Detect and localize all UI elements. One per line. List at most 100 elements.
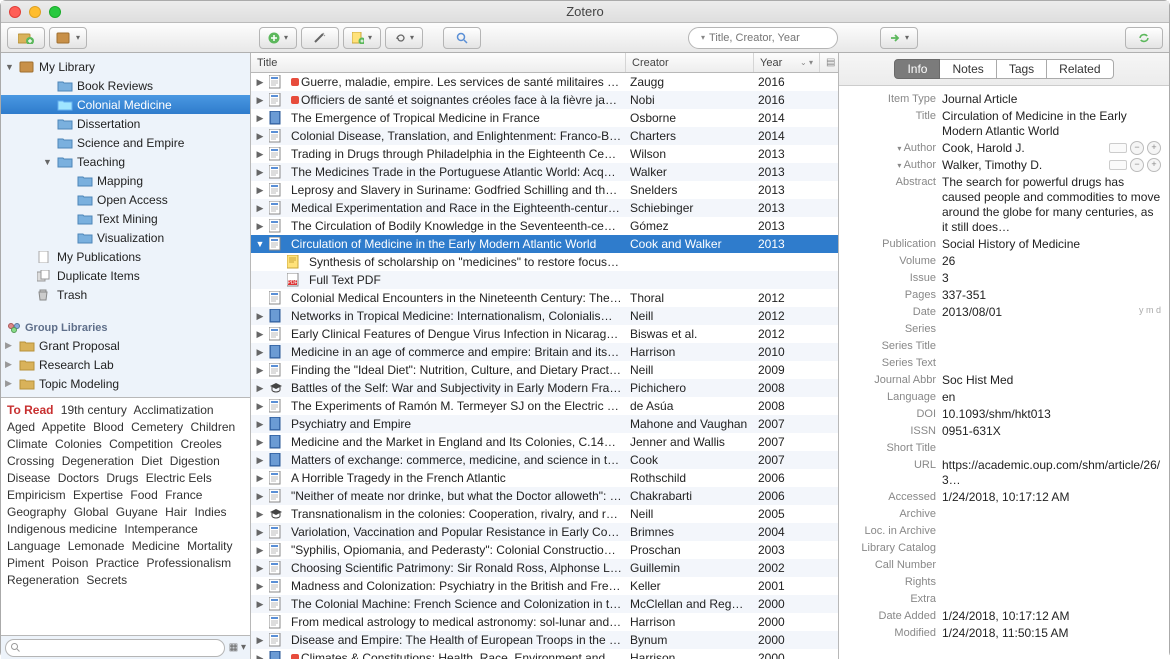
quick-search-input[interactable] <box>709 32 851 44</box>
disclosure-triangle[interactable]: ▶ <box>251 581 269 592</box>
item-row[interactable]: ▶Battles of the Self: War and Subjectivi… <box>251 379 838 397</box>
disclosure-triangle[interactable]: ▶ <box>251 455 269 466</box>
tag[interactable]: Electric Eels <box>146 471 212 485</box>
new-note-button[interactable]: ▾ <box>343 27 381 49</box>
tag[interactable]: 19th century <box>61 403 127 417</box>
column-picker[interactable]: ▤ <box>820 53 838 72</box>
tag[interactable]: Children <box>191 420 236 434</box>
disclosure-triangle[interactable]: ▶ <box>251 347 269 358</box>
collection-row[interactable]: Colonial Medicine <box>1 95 250 114</box>
trash-row[interactable]: Trash <box>1 285 250 304</box>
quick-search[interactable]: ▾ <box>688 27 838 49</box>
disclosure-triangle[interactable]: ▶ <box>251 365 269 376</box>
disclosure-triangle[interactable]: ▶ <box>251 221 269 232</box>
field-value[interactable]: 1/24/2018, 11:50:15 AM <box>942 626 1161 641</box>
my-publications-row[interactable]: My Publications <box>1 247 250 266</box>
field-value[interactable]: The search for powerful drugs has caused… <box>942 175 1161 235</box>
tag[interactable]: Mortality <box>187 539 232 553</box>
group-row[interactable]: ▶Research Lab <box>1 355 250 374</box>
tag[interactable]: Crossing <box>7 454 54 468</box>
disclosure-triangle[interactable]: ▶ <box>251 635 269 646</box>
tab-tags[interactable]: Tags <box>997 59 1047 79</box>
swap-names-button[interactable] <box>1109 160 1127 170</box>
disclosure-triangle[interactable]: ▶ <box>251 95 269 106</box>
item-row[interactable]: ▶Finding the "Ideal Diet": Nutrition, Cu… <box>251 361 838 379</box>
disclosure-triangle[interactable]: ▶ <box>251 473 269 484</box>
disclosure-triangle[interactable]: ▶ <box>251 77 269 88</box>
tag[interactable]: Drugs <box>106 471 138 485</box>
disclosure-triangle[interactable]: ▶ <box>251 311 269 322</box>
disclosure-triangle[interactable]: ▼ <box>251 239 269 249</box>
collection-row[interactable]: ▼Teaching <box>1 152 250 171</box>
field-value[interactable]: 0951-631X <box>942 424 1161 439</box>
group-row[interactable]: ▶Topic Modeling <box>1 374 250 393</box>
swap-names-button[interactable] <box>1109 143 1127 153</box>
item-row[interactable]: ▶Psychiatry and EmpireMahone and Vaughan… <box>251 415 838 433</box>
disclosure-triangle[interactable]: ▶ <box>251 149 269 160</box>
tag[interactable]: Food <box>130 488 157 502</box>
tag[interactable]: Doctors <box>58 471 99 485</box>
tag[interactable]: Degeneration <box>62 454 134 468</box>
tag[interactable]: Practice <box>96 556 139 570</box>
tag[interactable]: Secrets <box>86 573 127 587</box>
new-collection-button[interactable] <box>7 27 45 49</box>
disclosure-triangle[interactable]: ▶ <box>251 563 269 574</box>
tag[interactable]: Creoles <box>180 437 221 451</box>
field-value[interactable]: https://academic.oup.com/shm/article/26/… <box>942 458 1161 488</box>
item-row[interactable]: ▶The Circulation of Bodily Knowledge in … <box>251 217 838 235</box>
item-row[interactable]: ▶"Syphilis, Opiomania, and Pederasty": C… <box>251 541 838 559</box>
add-author-button[interactable]: + <box>1147 158 1161 172</box>
disclosure-triangle[interactable]: ▶ <box>251 599 269 610</box>
item-row[interactable]: ▶The Experiments of Ramón M. Termeyer SJ… <box>251 397 838 415</box>
item-row[interactable]: ▶Medical Experimentation and Race in the… <box>251 199 838 217</box>
item-row[interactable]: ▶The Emergence of Tropical Medicine in F… <box>251 109 838 127</box>
collection-row[interactable]: Text Mining <box>1 209 250 228</box>
item-row[interactable]: ▶The Medicines Trade in the Portuguese A… <box>251 163 838 181</box>
item-row[interactable]: ▶Medicine in an age of commerce and empi… <box>251 343 838 361</box>
tag[interactable]: Disease <box>7 471 50 485</box>
tag-view-menu-icon[interactable]: ▦ ▾ <box>229 642 246 653</box>
my-library-row[interactable]: ▼ My Library <box>1 57 250 76</box>
duplicate-items-row[interactable]: Duplicate Items <box>1 266 250 285</box>
item-row[interactable]: ▶Medicine and the Market in England and … <box>251 433 838 451</box>
tag[interactable]: France <box>165 488 202 502</box>
tag[interactable]: Appetite <box>42 420 86 434</box>
disclosure-triangle[interactable]: ▶ <box>251 545 269 556</box>
item-row[interactable]: Colonial Medical Encounters in the Ninet… <box>251 289 838 307</box>
field-value[interactable]: Cook, Harold J. <box>942 141 1105 156</box>
tag[interactable]: Guyane <box>116 505 158 519</box>
field-value[interactable]: Social History of Medicine <box>942 237 1161 252</box>
tag[interactable]: Expertise <box>73 488 123 502</box>
collection-row[interactable]: Open Access <box>1 190 250 209</box>
field-value[interactable]: Journal Article <box>942 92 1161 107</box>
tag-filter-input-wrap[interactable] <box>5 639 225 657</box>
tag-filter-input[interactable] <box>26 640 218 652</box>
remove-author-button[interactable]: − <box>1130 141 1144 155</box>
tag[interactable]: Empiricism <box>7 488 66 502</box>
collection-row[interactable]: Visualization <box>1 228 250 247</box>
field-value[interactable]: 3 <box>942 271 1161 286</box>
item-row[interactable]: ▶Leprosy and Slavery in Suriname: Godfri… <box>251 181 838 199</box>
item-row[interactable]: ▶Trading in Drugs through Philadelphia i… <box>251 145 838 163</box>
tag[interactable]: Intemperance <box>124 522 197 536</box>
disclosure-triangle[interactable]: ▶ <box>251 113 269 124</box>
tab-related[interactable]: Related <box>1047 59 1113 79</box>
add-by-identifier-button[interactable] <box>301 27 339 49</box>
tag[interactable]: Indigenous medicine <box>7 522 117 536</box>
collection-row[interactable]: Science and Empire <box>1 133 250 152</box>
tag[interactable]: Climate <box>7 437 48 451</box>
tag[interactable]: Poison <box>52 556 89 570</box>
disclosure-triangle[interactable]: ▶ <box>251 203 269 214</box>
tag[interactable]: Blood <box>93 420 124 434</box>
disclosure-triangle[interactable]: ▶ <box>251 491 269 502</box>
disclosure-triangle[interactable]: ▶ <box>251 167 269 178</box>
disclosure-triangle[interactable]: ▶ <box>251 383 269 394</box>
item-row[interactable]: From medical astrology to medical astron… <box>251 613 838 631</box>
disclosure-triangle[interactable]: ▶ <box>251 419 269 430</box>
column-title[interactable]: Title <box>251 53 626 72</box>
tag[interactable]: Hair <box>165 505 187 519</box>
new-library-button[interactable]: ▾ <box>49 27 87 49</box>
tag[interactable]: Diet <box>141 454 162 468</box>
disclosure-triangle[interactable]: ▶ <box>251 437 269 448</box>
item-row[interactable]: Synthesis of scholarship on "medicines" … <box>251 253 838 271</box>
